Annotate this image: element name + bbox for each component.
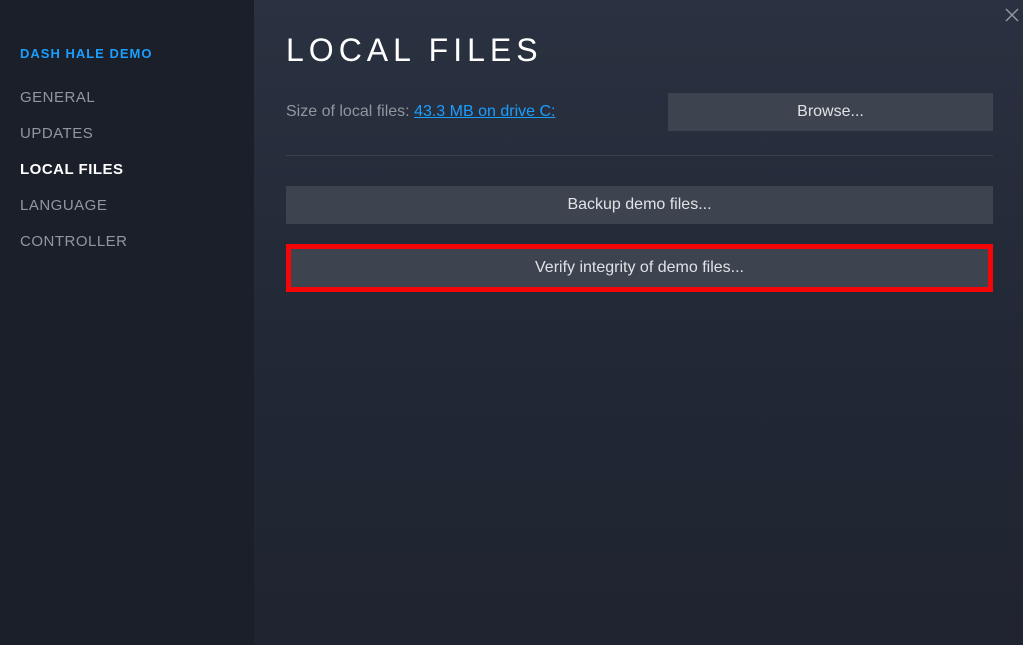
sidebar-item-general[interactable]: GENERAL	[20, 89, 254, 106]
close-icon[interactable]	[1003, 6, 1021, 29]
size-label: Size of local files:	[286, 103, 414, 120]
backup-button[interactable]: Backup demo files...	[286, 186, 993, 224]
game-title: DASH HALE DEMO	[20, 46, 254, 61]
sidebar-item-updates[interactable]: UPDATES	[20, 125, 254, 142]
size-value-link[interactable]: 43.3 MB on drive C:	[414, 103, 555, 120]
size-row: Size of local files: 43.3 MB on drive C:…	[286, 93, 993, 131]
verify-button[interactable]: Verify integrity of demo files...	[291, 249, 988, 287]
sidebar: DASH HALE DEMO GENERAL UPDATES LOCAL FIL…	[0, 0, 254, 645]
sidebar-item-language[interactable]: LANGUAGE	[20, 197, 254, 214]
main-content: LOCAL FILES Size of local files: 43.3 MB…	[254, 0, 1023, 645]
divider	[286, 155, 993, 156]
browse-button[interactable]: Browse...	[668, 93, 993, 131]
verify-highlight: Verify integrity of demo files...	[286, 244, 993, 292]
page-title: LOCAL FILES	[286, 32, 993, 69]
sidebar-item-controller[interactable]: CONTROLLER	[20, 233, 254, 250]
sidebar-item-local-files[interactable]: LOCAL FILES	[20, 161, 254, 178]
